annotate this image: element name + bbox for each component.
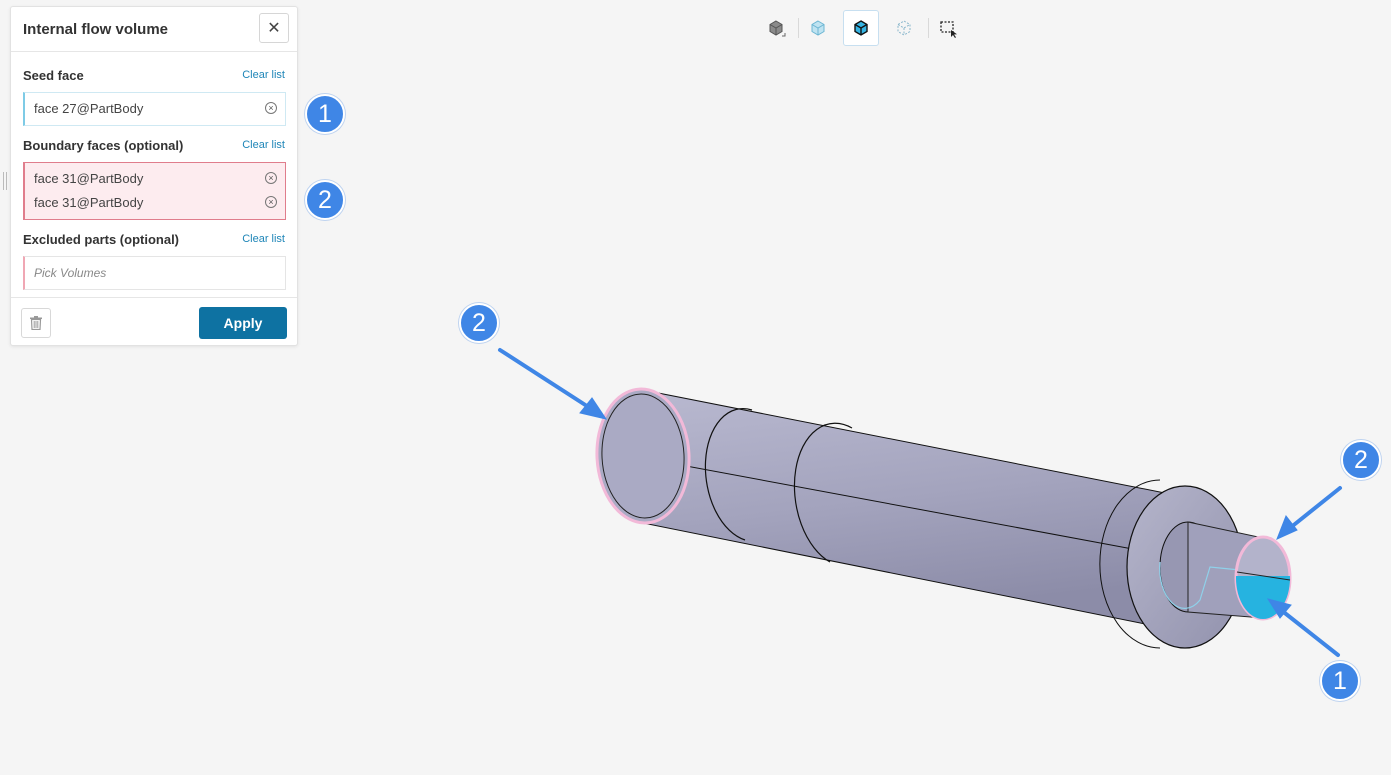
wireframe-view-icon <box>897 20 911 36</box>
edge-view-icon <box>854 20 868 36</box>
boundary-faces-clear-list[interactable]: Clear list <box>242 139 285 151</box>
seed-face-item-label: face 27@PartBody <box>34 101 144 116</box>
trash-icon <box>30 316 42 330</box>
close-button[interactable]: ✕ <box>259 13 289 43</box>
callout-badge-right-end-top: 2 <box>1341 440 1381 480</box>
delete-button[interactable] <box>21 308 51 338</box>
box-select-button[interactable] <box>930 10 966 46</box>
boundary-face-item: face 31@PartBody × <box>25 167 285 191</box>
apply-button[interactable]: Apply <box>199 307 287 339</box>
solid-view-button[interactable] <box>758 10 794 46</box>
excluded-parts-field[interactable]: Pick Volumes <box>23 256 286 290</box>
excluded-parts-clear-list[interactable]: Clear list <box>242 233 285 245</box>
panel-header: Internal flow volume ✕ <box>11 7 297 52</box>
callout-arrows <box>498 348 1342 657</box>
remove-boundary-face-icon[interactable]: × <box>265 172 277 184</box>
excluded-parts-label: Excluded parts (optional) <box>23 232 180 247</box>
panel-title: Internal flow volume <box>23 21 169 38</box>
seed-face-field[interactable]: face 27@PartBody × <box>23 92 286 126</box>
callout-badge-seed: 1 <box>305 94 345 134</box>
part-body[interactable] <box>594 387 1300 649</box>
panel-footer: Apply <box>11 297 297 348</box>
transparent-view-button[interactable] <box>800 10 836 46</box>
seed-face-item: face 27@PartBody × <box>25 97 285 121</box>
pick-volumes-placeholder: Pick Volumes <box>34 266 107 280</box>
close-icon: ✕ <box>267 20 281 37</box>
edge-view-button[interactable] <box>843 10 879 46</box>
seed-face-clear-list[interactable]: Clear list <box>242 69 285 81</box>
callout-badge-right-end-bottom: 1 <box>1320 661 1360 701</box>
boundary-face-item-label: face 31@PartBody <box>34 171 144 186</box>
solid-view-icon <box>769 20 786 37</box>
callout-badge-boundary: 2 <box>305 180 345 220</box>
remove-boundary-face-icon[interactable]: × <box>265 196 277 208</box>
remove-seed-face-icon[interactable]: × <box>265 102 277 114</box>
internal-flow-volume-panel: Internal flow volume ✕ Seed face Clear l… <box>10 6 298 346</box>
boundary-face-item: face 31@PartBody × <box>25 191 285 215</box>
panel-resize-handle[interactable] <box>3 172 7 190</box>
box-select-icon <box>940 21 957 38</box>
callout-badge-left-end: 2 <box>459 303 499 343</box>
boundary-faces-label: Boundary faces (optional) <box>23 138 184 153</box>
boundary-faces-field[interactable]: face 31@PartBody × face 31@PartBody × <box>23 162 286 220</box>
wireframe-view-button[interactable] <box>886 10 922 46</box>
boundary-face-item-label: face 31@PartBody <box>34 195 144 210</box>
seed-face-label: Seed face <box>23 68 84 83</box>
transparent-view-icon <box>811 20 825 36</box>
